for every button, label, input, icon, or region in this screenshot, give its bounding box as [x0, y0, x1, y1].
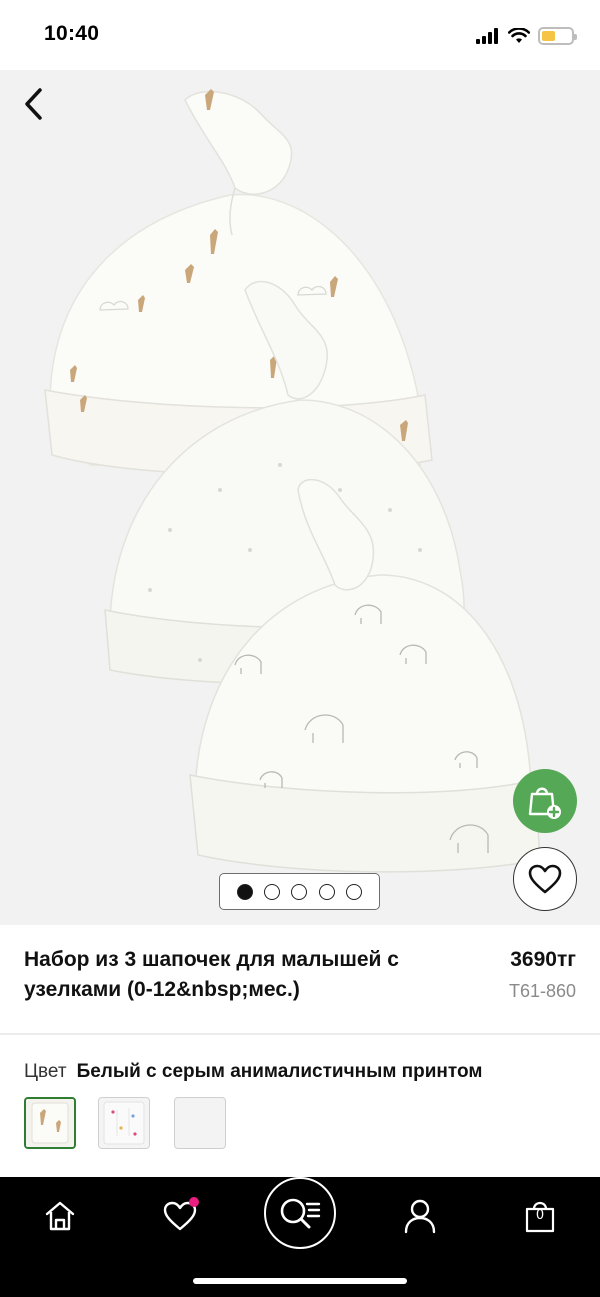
home-indicator — [193, 1278, 407, 1284]
color-label: Цвет — [24, 1061, 67, 1082]
home-icon — [45, 1201, 75, 1231]
search-icon — [280, 1198, 321, 1229]
wishlist-button[interactable] — [513, 847, 577, 911]
pager-dot-2[interactable] — [264, 883, 281, 900]
status-time: 10:40 — [44, 22, 100, 45]
product-code: T61-860 — [508, 981, 576, 1001]
tab-wishlist[interactable] — [152, 1191, 208, 1241]
chevron-left-icon — [25, 88, 42, 120]
back-button[interactable] — [14, 84, 54, 124]
pager-dot-5[interactable] — [345, 883, 362, 900]
product-title: Набор из 3 шапочек для малышей с узелкам… — [24, 948, 399, 1001]
heart-icon — [528, 864, 562, 894]
user-icon — [404, 1199, 436, 1234]
tab-search[interactable] — [264, 1177, 336, 1249]
bag-count: 0 — [535, 1208, 545, 1223]
color-section: Цвет Белый с серым анималистичным принтом — [0, 1035, 600, 1177]
battery-icon — [538, 27, 577, 45]
bag-plus-icon — [528, 787, 561, 819]
tab-bar: 0 — [0, 1177, 600, 1297]
pager-dot-4[interactable] — [318, 883, 335, 900]
swatch-image-multi — [99, 1098, 149, 1148]
image-pager[interactable] — [219, 873, 380, 910]
wishlist-badge — [189, 1197, 199, 1207]
add-to-bag-button[interactable] — [513, 769, 577, 833]
signal-icon — [476, 28, 498, 44]
tab-bag[interactable]: 0 — [512, 1191, 568, 1241]
battery-level — [542, 31, 555, 41]
color-swatch-giraffe[interactable] — [24, 1097, 76, 1149]
pager-dot-3[interactable] — [291, 883, 308, 900]
status-icons — [476, 24, 577, 48]
battery-cap — [574, 34, 577, 40]
swatch-image-giraffe — [26, 1099, 74, 1147]
color-value: Белый с серым анималистичным принтом — [76, 1061, 483, 1082]
wifi-icon — [508, 28, 530, 43]
pager-dot-1[interactable] — [237, 883, 254, 900]
product-gallery[interactable] — [0, 70, 600, 925]
color-label-row: Цвет Белый с серым анималистичным принтом — [24, 1061, 482, 1083]
tab-account[interactable] — [392, 1191, 448, 1241]
product-photo — [44, 89, 541, 873]
tab-home[interactable] — [32, 1191, 88, 1241]
product-info: Набор из 3 шапочек для малышей с узелкам… — [0, 925, 600, 1033]
status-bar: 10:40 — [0, 0, 600, 70]
product-price: 3690тг — [510, 948, 576, 971]
color-swatch-plain[interactable] — [174, 1097, 226, 1149]
color-swatch-multi[interactable] — [98, 1097, 150, 1149]
